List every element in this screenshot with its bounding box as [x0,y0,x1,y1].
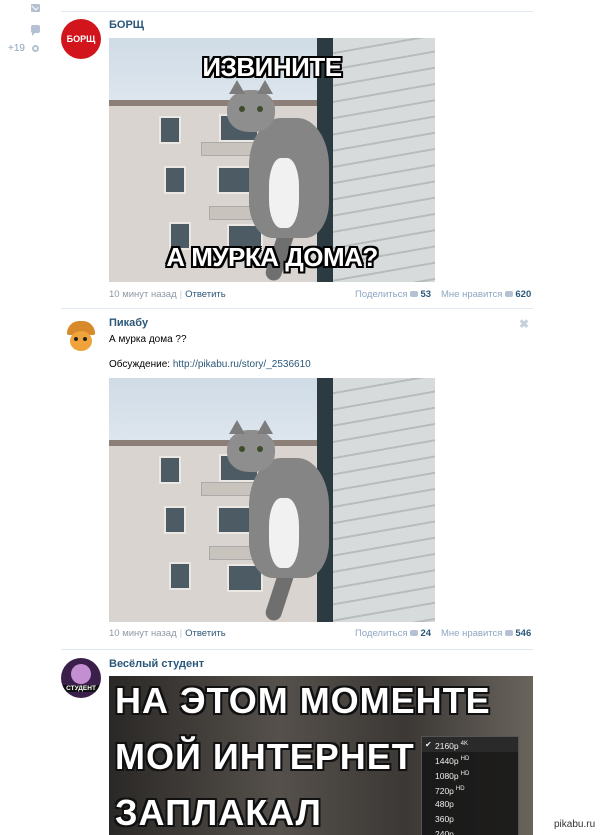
post-author[interactable]: БОРЩ [109,19,144,31]
quality-option-480p[interactable]: 480p [422,797,518,812]
post-time[interactable]: 10 минут назад [109,628,177,639]
chat-icon[interactable] [31,25,40,36]
quality-option-360p[interactable]: 360p [422,812,518,827]
post-photo[interactable]: ИЗВИНИТЕ А МУРКА ДОМА? [109,38,435,282]
like-button[interactable]: Мне нравится 620 [441,289,531,300]
quality-option-1080p[interactable]: 1080p HD [422,767,518,782]
quality-option-720p[interactable]: 720p HD [422,782,518,797]
meme-bottom-text: А МУРКА ДОМА? [166,242,378,272]
share-count: 53 [420,289,432,300]
post-meta: 10 минут назад | Ответить Поделиться 24 Мне… [109,628,532,639]
avatar[interactable]: БОРЩ [61,19,101,59]
notification-counter[interactable]: +19 [8,43,25,54]
reply-link[interactable]: Ответить [185,628,226,639]
watermark: pikabu.ru [552,819,598,830]
meme-line-1: НА ЭТОМ МОМЕНТЕ [115,680,491,721]
quality-option-2160p[interactable]: ✔ 2160p 4K [422,737,518,752]
like-count: 620 [515,289,532,300]
check-icon: ✔ [425,740,432,749]
settings-gear-icon[interactable] [32,45,39,52]
post-text: А мурка дома ?? [109,334,187,345]
discussion-link[interactable]: http://pikabu.ru/story/_2536610 [173,359,311,370]
post-author[interactable]: Пикабу [109,317,148,329]
divider [61,11,533,12]
post-meta: 10 минут назад | Ответить Поделиться 53 Мне… [109,289,532,300]
video-quality-menu: ✔ 2160p 4K 1440p HD 1080p HD 720p HD 480p 360… [421,736,519,835]
close-icon[interactable]: ✖ [519,317,529,331]
quality-option-1440p[interactable]: 1440p HD [422,752,518,767]
avatar-label: СТУДЕНТ [63,685,99,692]
meme-line-2: МОЙ ИНТЕРНЕТ [115,736,415,777]
like-button[interactable]: Мне нравится 546 [441,628,531,639]
post-photo[interactable] [109,378,435,622]
meme-top-text: ИЗВИНИТЕ [202,52,342,82]
quality-option-240p[interactable]: 240p [422,827,518,835]
divider [61,308,533,309]
post-video-frame[interactable]: НА ЭТОМ МОМЕНТЕ МОЙ ИНТЕРНЕТ ЗАПЛАКАЛ ✔ 2… [109,676,533,835]
like-count: 546 [515,628,532,639]
share-button[interactable]: Поделиться 53 [355,289,431,300]
share-count: 24 [420,628,432,639]
post-author[interactable]: Весёлый студент [109,658,204,670]
post-time[interactable]: 10 минут назад [109,289,177,300]
left-rail: +19 [0,0,45,835]
share-icon [410,630,419,637]
divider [61,649,533,650]
discussion-line: Обсуждение: http://pikabu.ru/story/_2536… [109,359,311,370]
post-student: СТУДЕНТ Весёлый студент НА ЭТОМ МОМЕНТЕ … [61,658,533,835]
share-button[interactable]: Поделиться 24 [355,628,431,639]
post-borsch: БОРЩ БОРЩ ИЗВИНИТЕ А МУРКА ДОМА? 10 мину… [61,19,533,301]
avatar[interactable]: СТУДЕНТ [61,658,101,698]
heart-icon [505,291,514,298]
meme-line-3: ЗАПЛАКАЛ [115,792,322,833]
share-icon [410,291,419,298]
post-pikabu: Пикабу ✖ А мурка дома ?? Обсуждение: htt… [61,317,533,642]
mail-icon[interactable] [31,4,40,12]
heart-icon [505,630,514,637]
avatar-label: БОРЩ [66,34,96,44]
avatar[interactable] [61,317,101,357]
reply-link[interactable]: Ответить [185,289,226,300]
